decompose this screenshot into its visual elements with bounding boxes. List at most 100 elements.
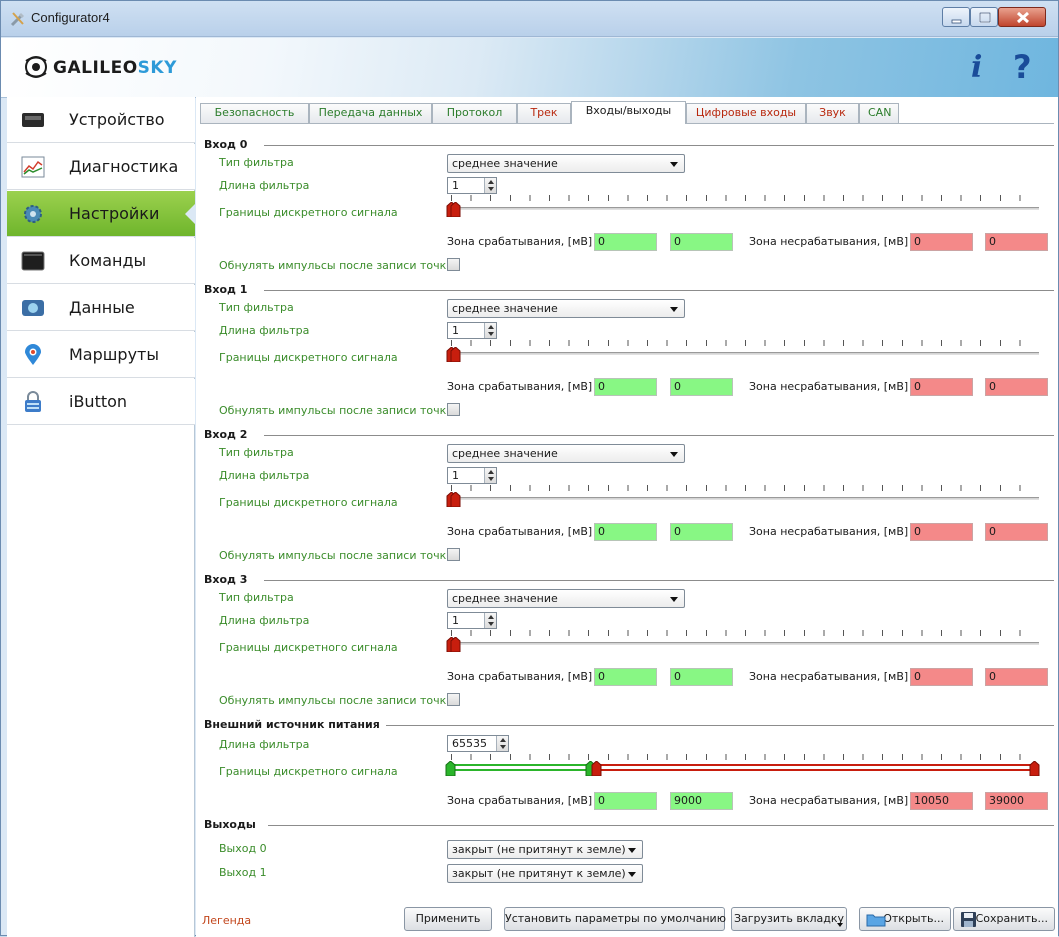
title-bar: Configurator4 xyxy=(1,1,1058,37)
off-zone-to-field[interactable]: 0 xyxy=(985,523,1048,541)
sidebar-item-diagnostics[interactable]: Диагностика xyxy=(7,144,195,190)
help-icon[interactable]: ? xyxy=(1013,48,1032,86)
reset-pulses-label: Обнулять импульсы после записи точки xyxy=(219,259,454,272)
logo-text-prefix: GALILEO xyxy=(53,58,138,78)
chevron-down-icon xyxy=(670,307,678,312)
spin-arrows-icon[interactable] xyxy=(484,468,496,483)
signal-bounds-slider[interactable] xyxy=(446,340,1039,364)
filter-type-select[interactable]: среднее значение xyxy=(447,299,685,318)
slider-handle-high[interactable] xyxy=(450,636,461,653)
off-zone-to-field[interactable]: 0 xyxy=(985,233,1048,251)
off-zone-to-field[interactable]: 0 xyxy=(985,378,1048,396)
off-zone-from-field[interactable]: 0 xyxy=(910,233,973,251)
reset-pulses-checkbox[interactable] xyxy=(447,258,460,271)
tab-security[interactable]: Безопасность xyxy=(200,103,309,123)
maximize-button[interactable] xyxy=(970,7,998,27)
power-on-zone-to-field[interactable]: 9000 xyxy=(670,792,733,810)
signal-bounds-slider[interactable] xyxy=(446,195,1039,219)
section-title-input-1: Вход 1 xyxy=(204,283,248,296)
off-zone-range-bar xyxy=(599,764,1031,771)
reset-pulses-checkbox[interactable] xyxy=(447,403,460,416)
filter-length-spinbox[interactable]: 1 xyxy=(447,322,497,339)
close-button[interactable] xyxy=(998,7,1046,27)
load-tab-button[interactable]: Загрузить вкладку xyxy=(731,907,847,931)
spin-arrows-icon[interactable] xyxy=(484,323,496,338)
off-zone-from-field[interactable]: 0 xyxy=(910,668,973,686)
output-1-select[interactable]: закрыт (не притянут к земле) xyxy=(447,864,643,883)
sidebar-item-device[interactable]: Устройство xyxy=(7,97,195,143)
on-zone-from-field[interactable]: 0 xyxy=(594,233,657,251)
slider-ticks xyxy=(451,195,1039,201)
filter-type-select[interactable]: среднее значение xyxy=(447,589,685,608)
on-zone-range-bar xyxy=(451,764,591,771)
off-zone-label: Зона несрабатывания, [мВ] xyxy=(749,670,909,683)
on-zone-from-field[interactable]: 0 xyxy=(594,668,657,686)
spin-arrows-icon[interactable] xyxy=(496,736,508,751)
slider-handle-off-high[interactable] xyxy=(1029,760,1040,777)
reset-pulses-checkbox[interactable] xyxy=(447,693,460,706)
spin-arrows-icon[interactable] xyxy=(484,178,496,193)
reset-pulses-checkbox[interactable] xyxy=(447,548,460,561)
tab-data-transfer[interactable]: Передача данных xyxy=(309,103,432,123)
section-title-outputs: Выходы xyxy=(204,818,256,831)
on-zone-from-field[interactable]: 0 xyxy=(594,378,657,396)
legend-link[interactable]: Легенда xyxy=(202,914,251,927)
on-zone-to-field[interactable]: 0 xyxy=(670,233,733,251)
filter-type-label: Тип фильтра xyxy=(219,591,294,604)
tab-can[interactable]: CAN xyxy=(859,103,899,123)
filter-length-spinbox[interactable]: 1 xyxy=(447,177,497,194)
slider-ticks xyxy=(451,340,1039,346)
tab-inputs-outputs[interactable]: Входы/выходы xyxy=(571,101,686,124)
on-zone-to-field[interactable]: 0 xyxy=(670,668,733,686)
off-zone-from-field[interactable]: 0 xyxy=(910,378,973,396)
on-zone-to-field[interactable]: 0 xyxy=(670,378,733,396)
chevron-down-icon xyxy=(628,872,636,877)
off-zone-to-field[interactable]: 0 xyxy=(985,668,1048,686)
apply-button[interactable]: Применить xyxy=(404,907,492,931)
chevron-down-icon xyxy=(670,452,678,457)
slider-handle-high[interactable] xyxy=(450,201,461,218)
slider-handle-off-low[interactable] xyxy=(591,760,602,777)
slider-handle-high[interactable] xyxy=(450,346,461,363)
power-on-zone-from-field[interactable]: 0 xyxy=(594,792,657,810)
info-icon[interactable]: i xyxy=(971,50,982,85)
slider-ticks xyxy=(451,630,1039,636)
slider-handle-on-low[interactable] xyxy=(445,760,456,777)
sidebar-item-commands[interactable]: Команды xyxy=(7,238,195,284)
tab-sound[interactable]: Звук xyxy=(806,103,859,123)
filter-length-label: Длина фильтра xyxy=(219,469,310,482)
sidebar-item-ibutton[interactable]: iButton xyxy=(7,379,195,425)
save-button[interactable]: Сохранить... xyxy=(953,907,1055,931)
power-filter-length-spinbox[interactable]: 65535 xyxy=(447,735,509,752)
sidebar-item-settings[interactable]: Настройки xyxy=(7,191,195,237)
spin-arrows-icon[interactable] xyxy=(484,613,496,628)
power-off-zone-from-field[interactable]: 10050 xyxy=(910,792,973,810)
filter-type-select[interactable]: среднее значение xyxy=(447,444,685,463)
sidebar-item-data[interactable]: Данные xyxy=(7,285,195,331)
tab-protocol[interactable]: Протокол xyxy=(432,103,517,123)
on-zone-to-field[interactable]: 0 xyxy=(670,523,733,541)
off-zone-from-field[interactable]: 0 xyxy=(910,523,973,541)
galileosky-logo-icon xyxy=(25,56,47,78)
tab-digital-inputs[interactable]: Цифровые входы xyxy=(686,103,806,123)
on-zone-from-field[interactable]: 0 xyxy=(594,523,657,541)
open-button[interactable]: Открыть... xyxy=(859,907,951,931)
filter-type-select[interactable]: среднее значение xyxy=(447,154,685,173)
set-defaults-button[interactable]: Установить параметры по умолчанию xyxy=(504,907,726,931)
power-off-zone-to-field[interactable]: 39000 xyxy=(985,792,1048,810)
power-bounds-slider[interactable] xyxy=(445,754,1040,778)
device-icon xyxy=(21,109,45,131)
signal-bounds-slider[interactable] xyxy=(446,630,1039,654)
diagnostics-chart-icon xyxy=(21,156,45,178)
sidebar-item-routes[interactable]: Маршруты xyxy=(7,332,195,378)
section-divider xyxy=(264,145,1054,146)
signal-bounds-slider[interactable] xyxy=(446,485,1039,509)
filter-length-spinbox[interactable]: 1 xyxy=(447,612,497,629)
slider-handle-high[interactable] xyxy=(450,491,461,508)
on-zone-label: Зона срабатывания, [мВ] xyxy=(447,794,593,807)
minimize-button[interactable] xyxy=(942,7,970,27)
tab-track[interactable]: Трек xyxy=(517,103,571,123)
filter-length-spinbox[interactable]: 1 xyxy=(447,467,497,484)
slider-groove xyxy=(451,497,1039,500)
output-0-select[interactable]: закрыт (не притянут к земле) xyxy=(447,840,643,859)
